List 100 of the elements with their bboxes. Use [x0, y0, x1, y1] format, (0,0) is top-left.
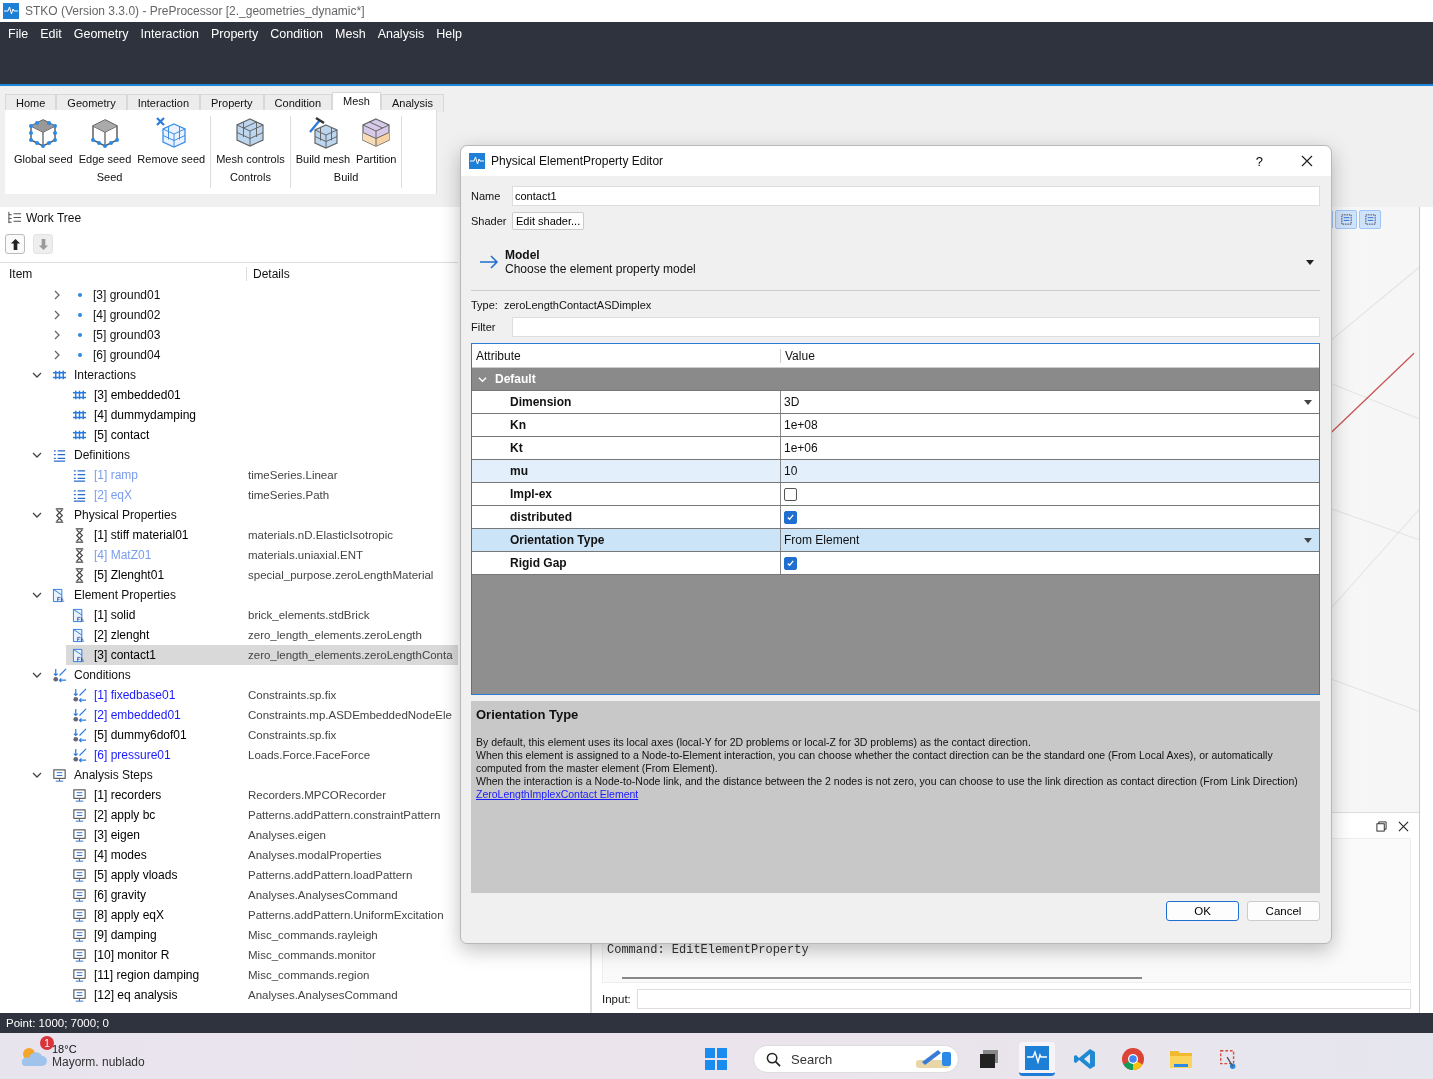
tree-row[interactable]: Analysis Steps — [4, 765, 458, 785]
property-row[interactable]: mu 10 — [472, 459, 1319, 482]
property-row[interactable]: Kt 1e+06 — [472, 436, 1319, 459]
tree-row[interactable]: [12] eq analysis Analyses.AnalysesCommand — [4, 985, 458, 1005]
ribbon-button[interactable]: Mesh controls — [214, 116, 287, 165]
collapse-chevron-icon[interactable] — [32, 370, 42, 380]
tree-row[interactable]: Physical Properties — [4, 505, 458, 525]
tree-row[interactable]: [5] contact — [4, 425, 458, 445]
column-header[interactable]: Item — [4, 267, 247, 281]
property-row[interactable]: Rigid Gap — [472, 551, 1319, 574]
tree-row[interactable]: [11] region damping Misc_commands.region — [4, 965, 458, 985]
tree-row[interactable]: [1] stiff material01 materials.nD.ElasticIsotropic — [4, 525, 458, 545]
view-mode-button[interactable] — [1335, 210, 1357, 229]
expand-chevron-icon[interactable] — [52, 350, 62, 360]
filter-input-field[interactable] — [512, 317, 1320, 337]
edit-shader-button[interactable]: Edit shader... — [512, 212, 585, 230]
dropdown-caret-icon[interactable] — [1306, 259, 1314, 265]
search-field[interactable]: Search — [753, 1045, 959, 1073]
restore-icon[interactable] — [1376, 821, 1387, 832]
ribbon-button[interactable]: Remove seed — [135, 116, 208, 165]
ribbon-tab[interactable]: Mesh — [332, 92, 381, 112]
menu-item[interactable]: Edit — [36, 27, 70, 41]
ribbon-button[interactable]: Global seed — [12, 116, 75, 165]
tree-row[interactable]: [10] monitor R Misc_commands.monitor — [4, 945, 458, 965]
checkbox[interactable] — [784, 487, 797, 501]
tree-row[interactable]: [9] damping Misc_commands.rayleigh — [4, 925, 458, 945]
collapse-chevron-icon[interactable] — [32, 770, 42, 780]
tree-row[interactable]: [5] Zlenght01 special_purpose.zeroLengthMaterial — [4, 565, 458, 585]
checkbox[interactable] — [784, 510, 797, 524]
tree-row[interactable]: [1] recorders Recorders.MPCORecorder — [4, 785, 458, 805]
tree-row[interactable]: [5] ground03 — [4, 325, 458, 345]
tree-row[interactable]: Definitions — [4, 445, 458, 465]
view-mode-button[interactable] — [1359, 210, 1381, 229]
dialog-button[interactable]: Cancel — [1247, 901, 1320, 921]
menu-item[interactable]: File — [4, 27, 37, 41]
column-header[interactable]: Details — [247, 267, 290, 281]
dialog-button[interactable]: OK — [1166, 901, 1239, 921]
collapse-chevron-icon[interactable] — [32, 510, 42, 520]
dropdown-value[interactable]: From Element — [784, 533, 1319, 547]
property-row[interactable]: distributed — [472, 505, 1319, 528]
expand-chevron-icon[interactable] — [52, 310, 62, 320]
tree-row[interactable]: [1] fixedbase01 Constraints.sp.fix — [4, 685, 458, 705]
menu-item[interactable]: Condition — [266, 27, 332, 41]
tree-row[interactable]: [4] MatZ01 materials.uniaxial.ENT — [4, 545, 458, 565]
expand-chevron-icon[interactable] — [52, 330, 62, 340]
tree-row[interactable]: Interactions — [4, 365, 458, 385]
tree-row[interactable]: [2] zlenght zero_length_elements.zeroLength — [4, 625, 458, 645]
menu-item[interactable]: Help — [432, 27, 470, 41]
tree-row[interactable]: [2] eqX timeSeries.Path — [4, 485, 458, 505]
name-input-field[interactable]: contact1 — [512, 186, 1320, 206]
collapse-chevron-icon[interactable] — [32, 670, 42, 680]
tree-row[interactable]: [1] ramp timeSeries.Linear — [4, 465, 458, 485]
value-text[interactable]: 1e+06 — [784, 441, 818, 455]
tree-row[interactable]: [6] ground04 — [4, 345, 458, 365]
tree-row[interactable]: [3] embedded01 — [4, 385, 458, 405]
menu-item[interactable]: Interaction — [136, 27, 207, 41]
tree-item-label: [3] contact1 — [94, 648, 158, 662]
tree-row[interactable]: Element Properties — [4, 585, 458, 605]
collapse-chevron-icon[interactable] — [32, 590, 42, 600]
command-input-field[interactable] — [636, 989, 1411, 1009]
help-link[interactable]: ZeroLengthImplexContact Element — [476, 788, 639, 801]
tree-row[interactable]: [6] gravity Analyses.AnalysesCommand — [4, 885, 458, 905]
horizontal-scrollbar[interactable] — [622, 977, 1142, 979]
menu-item[interactable]: Analysis — [373, 27, 433, 41]
help-button[interactable]: ? — [1251, 153, 1267, 169]
tree-row[interactable]: [1] solid brick_elements.stdBrick — [4, 605, 458, 625]
tree-row[interactable]: [5] dummy6dof01 Constraints.sp.fix — [4, 725, 458, 745]
ribbon-button[interactable]: Edge seed — [76, 116, 134, 165]
checkbox[interactable] — [784, 556, 797, 570]
value-text[interactable]: 10 — [784, 464, 798, 478]
property-row[interactable]: Orientation Type From Element — [472, 528, 1319, 551]
tree-row[interactable]: [4] dummydamping — [4, 405, 458, 425]
close-icon[interactable] — [1301, 155, 1313, 167]
close-icon[interactable] — [1398, 821, 1409, 832]
tree-row[interactable]: [4] ground02 — [4, 305, 458, 325]
expand-chevron-icon[interactable] — [52, 290, 62, 300]
collapse-chevron-icon[interactable] — [32, 450, 42, 460]
dropdown-value[interactable]: 3D — [784, 395, 1319, 409]
property-row[interactable]: Kn 1e+08 — [472, 413, 1319, 436]
property-row[interactable]: Impl-ex — [472, 482, 1319, 505]
column-header[interactable]: Attribute — [472, 348, 781, 363]
column-header[interactable]: Value — [781, 348, 815, 363]
tree-row[interactable]: [2] embedded01 Constraints.mp.ASDEmbeddedNodeEle — [4, 705, 458, 725]
value-text[interactable]: 1e+08 — [784, 418, 818, 432]
move-button[interactable] — [5, 234, 25, 254]
tree-row[interactable]: [8] apply eqX Patterns.addPattern.UniformExcitation — [4, 905, 458, 925]
tree-row[interactable]: Conditions — [4, 665, 458, 685]
ribbon-button[interactable]: Partition — [354, 116, 399, 165]
tree-row[interactable]: [4] modes Analyses.modalProperties — [4, 845, 458, 865]
ribbon-button[interactable]: Build mesh — [293, 116, 353, 165]
menu-item[interactable]: Mesh — [331, 27, 374, 41]
tree-row[interactable]: [5] apply vloads Patterns.addPattern.loadPattern — [4, 865, 458, 885]
tree-row[interactable]: [6] pressure01 Loads.Force.FaceForce — [4, 745, 458, 765]
windows-logo-icon[interactable] — [705, 1048, 727, 1070]
tree-row[interactable]: [2] apply bc Patterns.addPattern.constraintPattern — [4, 805, 458, 825]
tree-row[interactable]: [3] ground01 — [4, 285, 458, 305]
menu-item[interactable]: Property — [206, 27, 267, 41]
menu-item[interactable]: Geometry — [69, 27, 137, 41]
property-row[interactable]: Dimension 3D — [472, 390, 1319, 413]
tree-row[interactable]: [3] eigen Analyses.eigen — [4, 825, 458, 845]
